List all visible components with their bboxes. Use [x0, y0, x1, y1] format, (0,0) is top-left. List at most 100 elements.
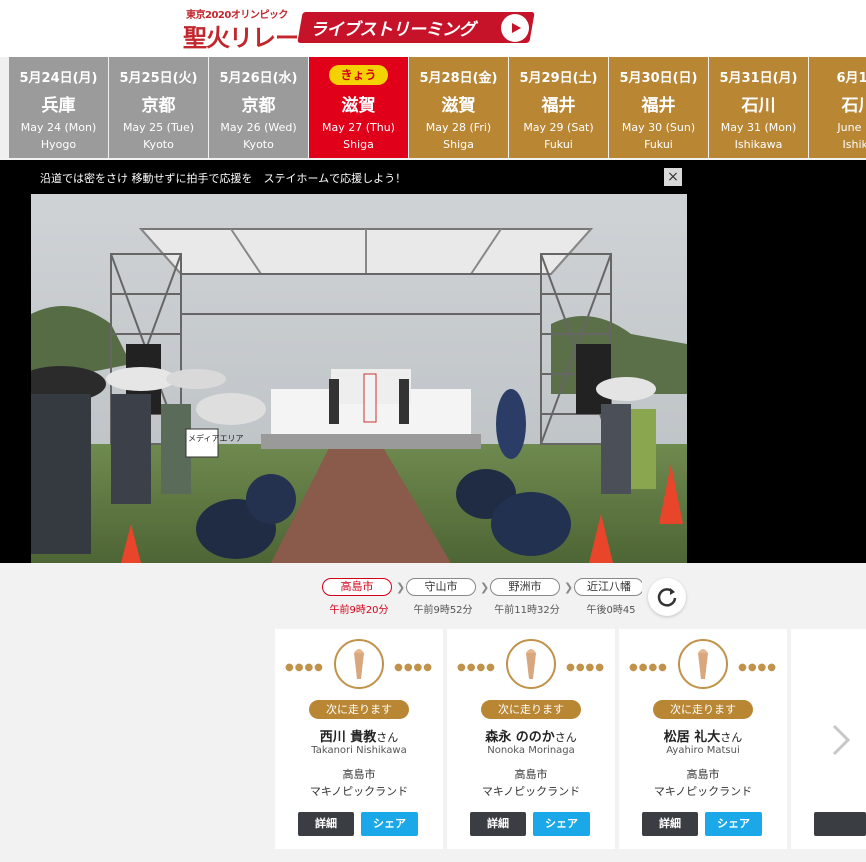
tab-prefecture-en: Hyogo: [40, 138, 77, 151]
today-badge: きょう: [329, 65, 388, 85]
share-button[interactable]: シェア: [361, 812, 418, 836]
runner-name: 西川 貴教さん: [319, 730, 399, 745]
tab-may-29[interactable]: 5月29日(土) 福井 May 29 (Sat) Fukui: [509, 57, 608, 158]
tab-date: 5月31日(月): [719, 71, 798, 86]
tab-prefecture: 京都: [241, 96, 276, 116]
tab-prefecture: 福井: [641, 96, 676, 116]
tab-may-26[interactable]: 5月26日(水) 京都 May 26 (Wed) Kyoto: [209, 57, 308, 158]
tab-date: 5月30日(日): [619, 71, 698, 86]
tab-date-en: May 28 (Fri): [425, 121, 492, 134]
tab-date: 5月29日(土): [519, 71, 598, 86]
video-area: 沿道では密をさけ 移動せずに拍手で応援を ステイホームで応援しよう！ × メディ…: [0, 160, 866, 563]
tab-date: 5月24日(月): [19, 71, 98, 86]
detail-button[interactable]: 詳細: [642, 812, 698, 836]
decor-dots: ●●●●: [285, 662, 324, 673]
next-runner-badge: 次に走ります: [309, 700, 409, 719]
next-runner-badge: 次に走ります: [481, 700, 581, 719]
tab-prefecture: 京都: [141, 96, 176, 116]
runner-place: マキノピックランド: [653, 785, 753, 798]
runner-place: マキノピックランド: [481, 785, 581, 798]
runner-place: マキノピックランド: [309, 785, 409, 798]
decor-dots: ●●●●: [629, 662, 668, 673]
decor-dots: ●●●●: [738, 662, 777, 673]
stop-item[interactable]: 守山市 午前9時52分: [406, 578, 480, 616]
tab-date: 5月26日(水): [219, 71, 298, 86]
tab-date-en: May 27 (Thu): [322, 121, 395, 134]
tab-may-28[interactable]: 5月28日(金) 滋賀 May 28 (Fri) Shiga: [409, 57, 508, 158]
stop-item[interactable]: 高島市 午前9時20分: [322, 578, 396, 616]
notice-text: 沿道では密をさけ 移動せずに拍手で応援を ステイホームで応援しよう！: [40, 172, 407, 185]
tab-may-30[interactable]: 5月30日(日) 福井 May 30 (Sun) Fukui: [609, 57, 708, 158]
tab-prefecture: 滋賀: [341, 96, 376, 116]
close-icon[interactable]: ×: [664, 168, 682, 186]
stop-item[interactable]: 近江八幡 午後0時45: [574, 578, 642, 616]
tab-date: 6月1日: [836, 71, 866, 86]
stop-name: 高島市: [322, 578, 392, 596]
stop-time: 午前9時20分: [329, 605, 389, 616]
chevron-right-icon: ❯: [564, 581, 574, 594]
tab-prefecture: 石川: [841, 96, 866, 116]
tab-prefecture-en: Ishikawa: [734, 138, 783, 151]
tab-date: 5月25日(火): [119, 71, 198, 86]
detail-button[interactable]: 詳細: [298, 812, 354, 836]
decor-dots: ●●●●: [566, 662, 605, 673]
runner-city: 高島市: [686, 768, 720, 781]
play-icon: [501, 14, 529, 42]
tab-prefecture-en: Shiga: [443, 138, 474, 151]
tab-prefecture-en: Kyoto: [143, 138, 174, 151]
tab-date-en: May 24 (Mon): [20, 121, 97, 134]
tab-date-en: May 30 (Sun): [621, 121, 696, 134]
runner-name-en: Takanori Nishikawa: [311, 745, 407, 756]
refresh-button[interactable]: [648, 578, 686, 616]
torch-icon: [678, 639, 728, 689]
stop-time: 午後0時45: [586, 605, 636, 616]
tab-prefecture: 福井: [541, 96, 576, 116]
torch-icon: [334, 639, 384, 689]
runner-city: 高島市: [342, 768, 376, 781]
chevron-right-icon[interactable]: [826, 720, 856, 760]
decor-dots: ●●●●: [394, 662, 433, 673]
tab-date-en: May 25 (Tue): [122, 121, 195, 134]
tab-date: 5月28日(金): [419, 71, 498, 86]
tab-prefecture-en: Fukui: [644, 138, 673, 151]
tab-prefecture-en: Fukui: [544, 138, 573, 151]
site-header: 東京2020オリンピック 聖火リレー ライブストリーミング: [0, 0, 866, 57]
runner-name-en: Nonoka Morinaga: [487, 745, 575, 756]
live-streaming-label: ライブストリーミング: [310, 20, 476, 40]
runner-name-en: Ayahiro Matsui: [666, 745, 740, 756]
chevron-right-icon: ❯: [480, 581, 490, 594]
chevron-right-icon: ❯: [396, 581, 406, 594]
decor-dots: ●●●●: [457, 662, 496, 673]
live-video-player[interactable]: メディアエリア: [31, 194, 687, 563]
share-button[interactable]: シェア: [705, 812, 762, 836]
runner-name: 森永 ののかさん: [485, 730, 577, 745]
tab-may-24[interactable]: 5月24日(月) 兵庫 May 24 (Mon) Hyogo: [9, 57, 108, 158]
refresh-icon: [657, 588, 677, 607]
tab-today[interactable]: きょう 滋賀 May 27 (Thu) Shiga: [309, 57, 408, 158]
detail-button[interactable]: 詳細: [470, 812, 526, 836]
share-button[interactable]: シェア: [533, 812, 590, 836]
runner-name: 松居 礼大さん: [663, 730, 743, 745]
logo-big-text: 聖火リレー: [183, 23, 299, 52]
tab-may-25[interactable]: 5月25日(火) 京都 May 25 (Tue) Kyoto: [109, 57, 208, 158]
tab-date-en: May 31 (Mon): [720, 121, 797, 134]
tab-prefecture: 石川: [741, 96, 776, 116]
tab-date-en: June 1 (: [837, 121, 866, 134]
video-frame: メディアエリア: [31, 194, 687, 563]
runner-card: ●●●● ●●●● 次に走ります 松居 礼大さん Ayahiro Matsui …: [619, 629, 787, 849]
runner-card: ●●●● ●●●● 次に走ります 西川 貴教さん Takanori Nishik…: [275, 629, 443, 849]
tab-prefecture-en: Kyoto: [243, 138, 274, 151]
runner-card: ●●●● ●●●● 次に走ります 森永 ののかさん Nonoka Morinag…: [447, 629, 615, 849]
tab-prefecture-en: Shiga: [343, 138, 374, 151]
stop-name: 野洲市: [490, 578, 560, 596]
tab-june-1[interactable]: 6月1日 石川 June 1 ( Ishika: [809, 57, 866, 158]
runner-city: 高島市: [514, 768, 548, 781]
tab-prefecture-en: Ishika: [842, 138, 866, 151]
torch-relay-logo[interactable]: 東京2020オリンピック 聖火リレー: [183, 6, 299, 52]
relay-stops: 高島市 午前9時20分 ❯ 守山市 午前9時52分 ❯ 野洲市 午前11時32分…: [322, 578, 642, 618]
stop-item[interactable]: 野洲市 午前11時32分: [490, 578, 564, 616]
tab-prefecture: 兵庫: [41, 96, 76, 116]
detail-button[interactable]: [814, 812, 866, 836]
next-runner-badge: 次に走ります: [653, 700, 753, 719]
tab-may-31[interactable]: 5月31日(月) 石川 May 31 (Mon) Ishikawa: [709, 57, 808, 158]
